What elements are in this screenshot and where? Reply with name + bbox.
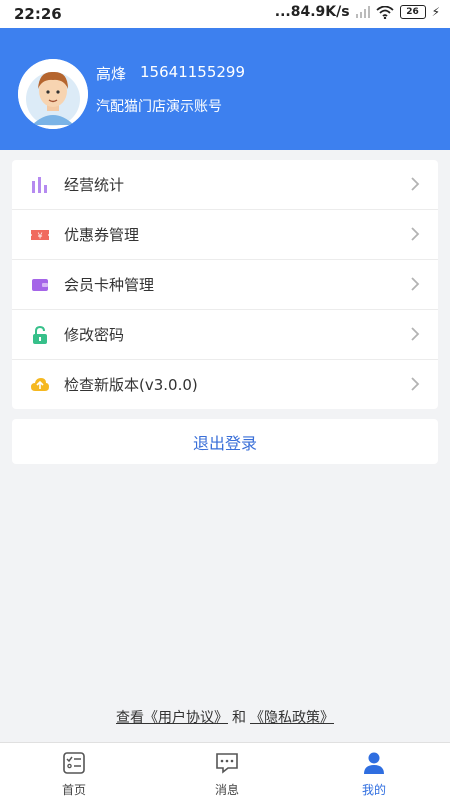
tab-bar: 首页 消息 我的 (0, 742, 450, 801)
chevron-right-icon (411, 377, 420, 391)
profile-header: 高烽 15641155299 汽配猫门店演示账号 (0, 28, 450, 150)
battery-icon: 26 (399, 5, 426, 19)
bar-chart-icon (32, 177, 47, 193)
tab-label: 我的 (361, 783, 386, 797)
home-checklist-icon (63, 752, 85, 774)
menu-item-business-stats[interactable]: 经营统计 (12, 160, 438, 210)
menu-card: 经营统计 ¥ 优惠券管理 会员卡种管理 修改密码 检查新版本(v3.0.0) (12, 160, 438, 409)
tab-label: 消息 (214, 783, 239, 797)
chevron-right-icon (411, 227, 420, 241)
menu-item-label: 经营统计 (64, 176, 125, 194)
agreement-links: 查看《用户协议》和《隐私政策》 (0, 707, 450, 727)
chevron-right-icon (411, 327, 420, 341)
menu-item-coupon[interactable]: ¥ 优惠券管理 (12, 210, 438, 260)
menu-item-change-password[interactable]: 修改密码 (12, 310, 438, 360)
tab-messages[interactable]: 消息 (187, 743, 267, 801)
user-line: 高烽 15641155299 (96, 63, 245, 84)
wifi-icon (375, 5, 394, 19)
message-icon (216, 753, 238, 774)
status-time: 22:26 (14, 5, 62, 23)
menu-item-label: 修改密码 (64, 326, 125, 344)
cloud-upload-icon (31, 378, 49, 391)
tab-mine[interactable]: 我的 (334, 743, 414, 801)
coupon-icon: ¥ (31, 230, 49, 241)
user-icon (364, 752, 384, 774)
lock-icon (33, 325, 47, 344)
avatar[interactable] (18, 59, 88, 129)
menu-item-check-version[interactable]: 检查新版本(v3.0.0) (12, 360, 438, 409)
avatar-image (18, 59, 88, 129)
menu-item-label: 检查新版本(v3.0.0) (64, 376, 198, 394)
network-speed: ...84.9K/s (274, 4, 350, 20)
charging-icon: ⚡ (431, 5, 440, 19)
logout-button[interactable]: 退出登录 (12, 419, 438, 464)
status-bar: 22:26 ...84.9K/s 26 ⚡ (0, 0, 450, 28)
menu-item-label: 会员卡种管理 (64, 276, 155, 294)
signal-icon (355, 6, 370, 18)
tab-home[interactable]: 首页 (34, 743, 114, 801)
store-name: 汽配猫门店演示账号 (96, 99, 222, 115)
wallet-icon (32, 279, 48, 291)
privacy-policy-link[interactable]: 《隐私政策》 (250, 710, 334, 726)
status-right: ...84.9K/s 26 ⚡ (275, 4, 440, 20)
chevron-right-icon (411, 277, 420, 291)
svg-text:¥: ¥ (37, 232, 42, 241)
user-name: 高烽 (96, 65, 127, 83)
agreement-and: 和 (232, 710, 246, 726)
menu-item-member-card[interactable]: 会员卡种管理 (12, 260, 438, 310)
user-agreement-link[interactable]: 《用户协议》 (144, 710, 228, 726)
menu-item-label: 优惠券管理 (64, 226, 140, 244)
chevron-right-icon (411, 177, 420, 191)
user-phone: 15641155299 (140, 63, 245, 81)
agreement-prefix: 查看 (116, 710, 144, 726)
tab-label: 首页 (61, 783, 86, 797)
